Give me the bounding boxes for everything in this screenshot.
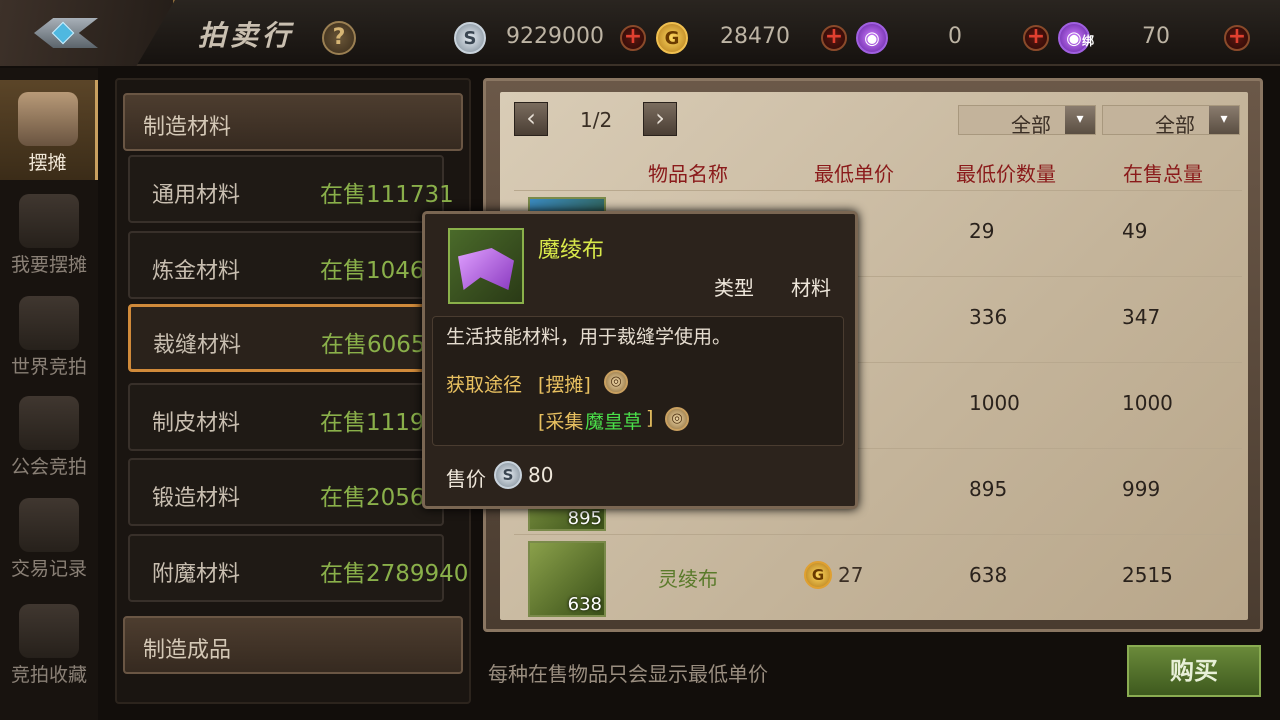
total-cell: 2515 xyxy=(1122,563,1173,587)
nav-label: 我要摆摊 xyxy=(10,254,87,276)
add-bound-crystal-button[interactable]: + xyxy=(1224,25,1250,51)
prev-page-button[interactable]: ‹ xyxy=(514,102,548,136)
gold-coin-icon: G xyxy=(804,561,832,589)
chevron-down-icon: ▾ xyxy=(1209,106,1239,134)
filter-dropdown-1[interactable]: 全部 ▾ xyxy=(958,105,1096,137)
type-label: 类型 xyxy=(714,276,754,300)
item-count: 638 xyxy=(567,594,602,615)
favorite-badge-icon xyxy=(19,604,79,658)
nav-world-auction[interactable]: 世界竞拍 xyxy=(0,284,98,384)
column-header-price: 最低单价 xyxy=(814,162,894,186)
handshake-icon xyxy=(19,498,79,552)
category-name: 炼金材料 xyxy=(152,259,241,284)
category-row[interactable]: 制皮材料 在售1119 xyxy=(128,383,444,451)
min-qty-cell: 638 xyxy=(969,563,1008,587)
category-count: 在售2789940 xyxy=(320,561,469,587)
next-page-button[interactable]: › xyxy=(643,102,677,136)
category-row[interactable]: 附魔材料 在售2789940 xyxy=(128,534,468,602)
page-title: 拍卖行 xyxy=(198,19,295,52)
category-name: 制皮材料 xyxy=(152,411,241,436)
source-label: 获取途径 xyxy=(446,374,523,396)
nav-guild-auction[interactable]: 公会竞拍 xyxy=(0,384,98,484)
price-cell: 27 xyxy=(838,563,864,587)
category-count: 在售111731 xyxy=(320,182,454,208)
total-cell: 347 xyxy=(1122,305,1161,329)
nav-auction-favorites[interactable]: 竞拍收藏 xyxy=(0,592,98,692)
nav-label: 竞拍收藏 xyxy=(10,664,87,686)
chevron-down-icon: ▾ xyxy=(1065,106,1095,134)
category-count: 在售2056 xyxy=(320,485,425,511)
silver-coin-icon: S xyxy=(454,22,486,54)
item-name: 魔绫布 xyxy=(538,238,605,263)
category-row[interactable]: 炼金材料 在售1046 xyxy=(128,231,444,299)
page-indicator: 1/2 xyxy=(580,108,613,132)
sell-price-value: 80 xyxy=(528,463,554,487)
hint-text: 每种在售物品只会显示最低单价 xyxy=(488,662,768,686)
category-name: 附魔材料 xyxy=(152,562,241,587)
source-gather-item[interactable]: 魔皇草 xyxy=(585,407,642,434)
bound-crystal-amount: 70 xyxy=(1142,24,1170,49)
silver-amount: 9229000 xyxy=(506,24,604,49)
filter-value: 全部 xyxy=(1155,113,1195,137)
scales-icon xyxy=(19,296,79,350)
category-count: 在售6065 xyxy=(321,332,426,358)
magnifier-icon[interactable]: ◎ xyxy=(604,370,628,394)
nav-trade-records[interactable]: 交易记录 xyxy=(0,486,98,586)
category-count: 在售1119 xyxy=(320,410,425,436)
column-header-total: 在售总量 xyxy=(1123,162,1203,186)
help-button[interactable]: ? xyxy=(322,21,356,55)
category-group-materials[interactable]: 制造材料 xyxy=(123,93,463,151)
column-header-name: 物品名称 xyxy=(648,162,728,186)
nav-label: 公会竞拍 xyxy=(10,456,87,478)
nav-label: 交易记录 xyxy=(10,558,87,580)
scales-icon xyxy=(19,396,79,450)
buy-button[interactable]: 购买 xyxy=(1127,645,1261,697)
cloth-icon xyxy=(458,248,514,290)
total-cell: 49 xyxy=(1122,219,1148,243)
category-row[interactable]: 通用材料 在售111731 xyxy=(128,155,454,223)
stall-cart-icon xyxy=(17,92,78,146)
nav-stall[interactable]: 摆摊 xyxy=(0,80,98,180)
min-qty-cell: 336 xyxy=(969,305,1008,329)
column-header-min-qty: 最低价数量 xyxy=(956,162,1056,186)
item-count: 895 xyxy=(567,508,602,529)
type-value: 材料 xyxy=(791,276,831,300)
min-qty-cell: 895 xyxy=(969,477,1008,501)
filter-value: 全部 xyxy=(1011,113,1051,137)
category-name: 通用材料 xyxy=(152,183,241,208)
item-name-cell: 灵绫布 xyxy=(658,567,718,591)
min-qty-cell: 29 xyxy=(969,219,995,243)
source-gather-prefix: [采集 xyxy=(538,411,584,433)
category-name: 裁缝材料 xyxy=(153,333,242,358)
add-silver-button[interactable]: + xyxy=(620,25,646,51)
source-gather-suffix: ] xyxy=(646,407,654,429)
silver-coin-icon: S xyxy=(494,461,522,489)
item-thumbnail: 638 xyxy=(528,541,606,617)
category-row-selected[interactable]: 裁缝材料 在售6065 xyxy=(128,304,444,372)
magnifier-icon[interactable]: ◎ xyxy=(665,407,689,431)
total-cell: 1000 xyxy=(1122,391,1173,415)
source-stall-link[interactable]: [摆摊] xyxy=(538,370,591,397)
gold-amount: 28470 xyxy=(720,24,790,49)
nav-label: 世界竞拍 xyxy=(10,356,87,378)
category-group-products[interactable]: 制造成品 xyxy=(123,616,463,674)
item-description: 生活技能材料，用于裁缝学使用。 xyxy=(446,326,732,348)
total-cell: 999 xyxy=(1122,477,1161,501)
min-qty-cell: 1000 xyxy=(969,391,1020,415)
add-crystal-button[interactable]: + xyxy=(1023,25,1049,51)
category-count: 在售1046 xyxy=(320,258,425,284)
crystal-amount: 0 xyxy=(948,24,962,49)
nav-label: 摆摊 xyxy=(28,152,67,174)
stall-cart-icon xyxy=(19,194,79,248)
category-name: 锻造材料 xyxy=(152,486,241,511)
item-icon xyxy=(448,228,524,304)
sell-price-label: 售价 xyxy=(446,467,486,491)
filter-dropdown-2[interactable]: 全部 ▾ xyxy=(1102,105,1240,137)
table-row[interactable]: 638 灵绫布 G 27 638 2515 xyxy=(514,534,1242,620)
category-row[interactable]: 锻造材料 在售2056 xyxy=(128,458,444,526)
nav-my-stall[interactable]: 我要摆摊 xyxy=(0,182,98,282)
